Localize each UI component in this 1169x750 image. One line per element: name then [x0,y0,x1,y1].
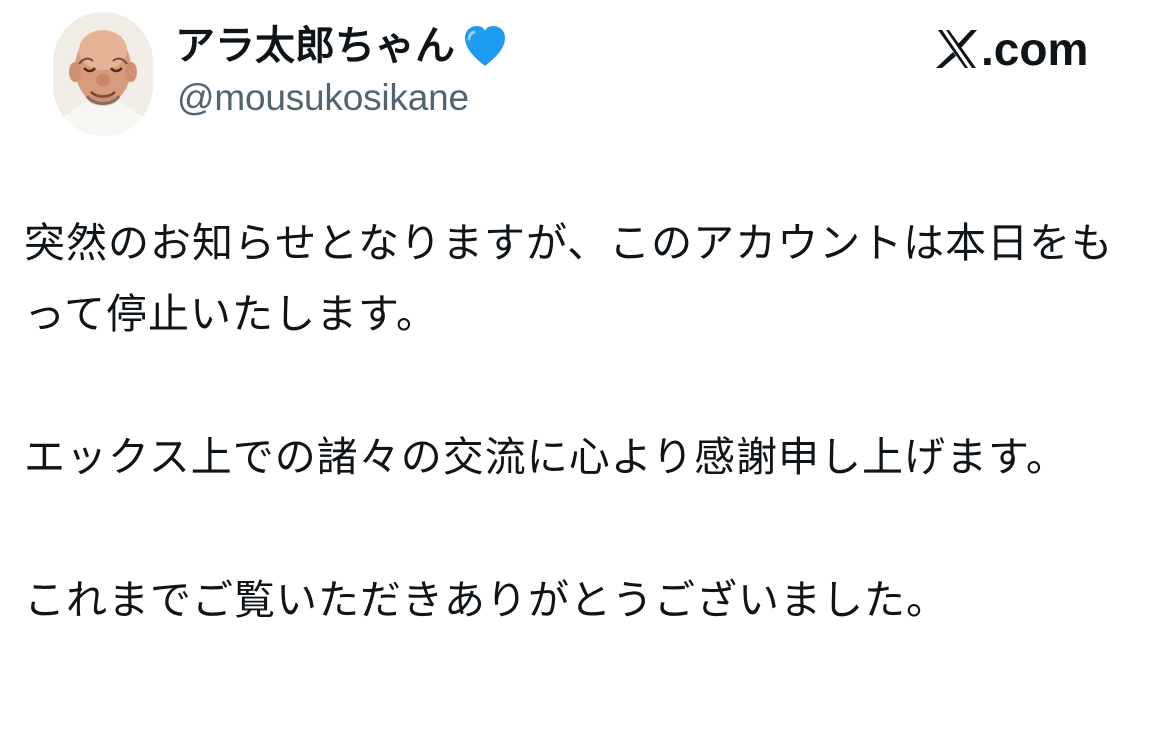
x-logo-icon [936,30,977,68]
user-handle[interactable]: @mousukosikane [177,76,469,120]
post-paragraph-2: エックス上での諸々の交流に心より感謝申し上げます。 [24,433,1068,481]
display-name-row: アラ太郎ちゃん [175,16,509,76]
post-paragraph-3: これまでご覧いただきありがとうございました。 [24,576,948,624]
brand[interactable]: .com [934,22,1088,76]
avatar-image [53,12,153,136]
post-header: アラ太郎ちゃん @mousukosikane .com [0,0,1169,160]
blue-heart-icon [461,24,509,68]
brand-domain: .com [981,23,1089,75]
display-name[interactable]: アラ太郎ちゃん [175,26,455,66]
post-content: 突然のお知らせとなりますが、このアカウントは本日をもって停止いたします。 エック… [24,208,1144,708]
post-paragraph-1: 突然のお知らせとなりますが、このアカウントは本日をもって停止いたします。 [24,219,1114,338]
avatar[interactable] [53,12,153,136]
